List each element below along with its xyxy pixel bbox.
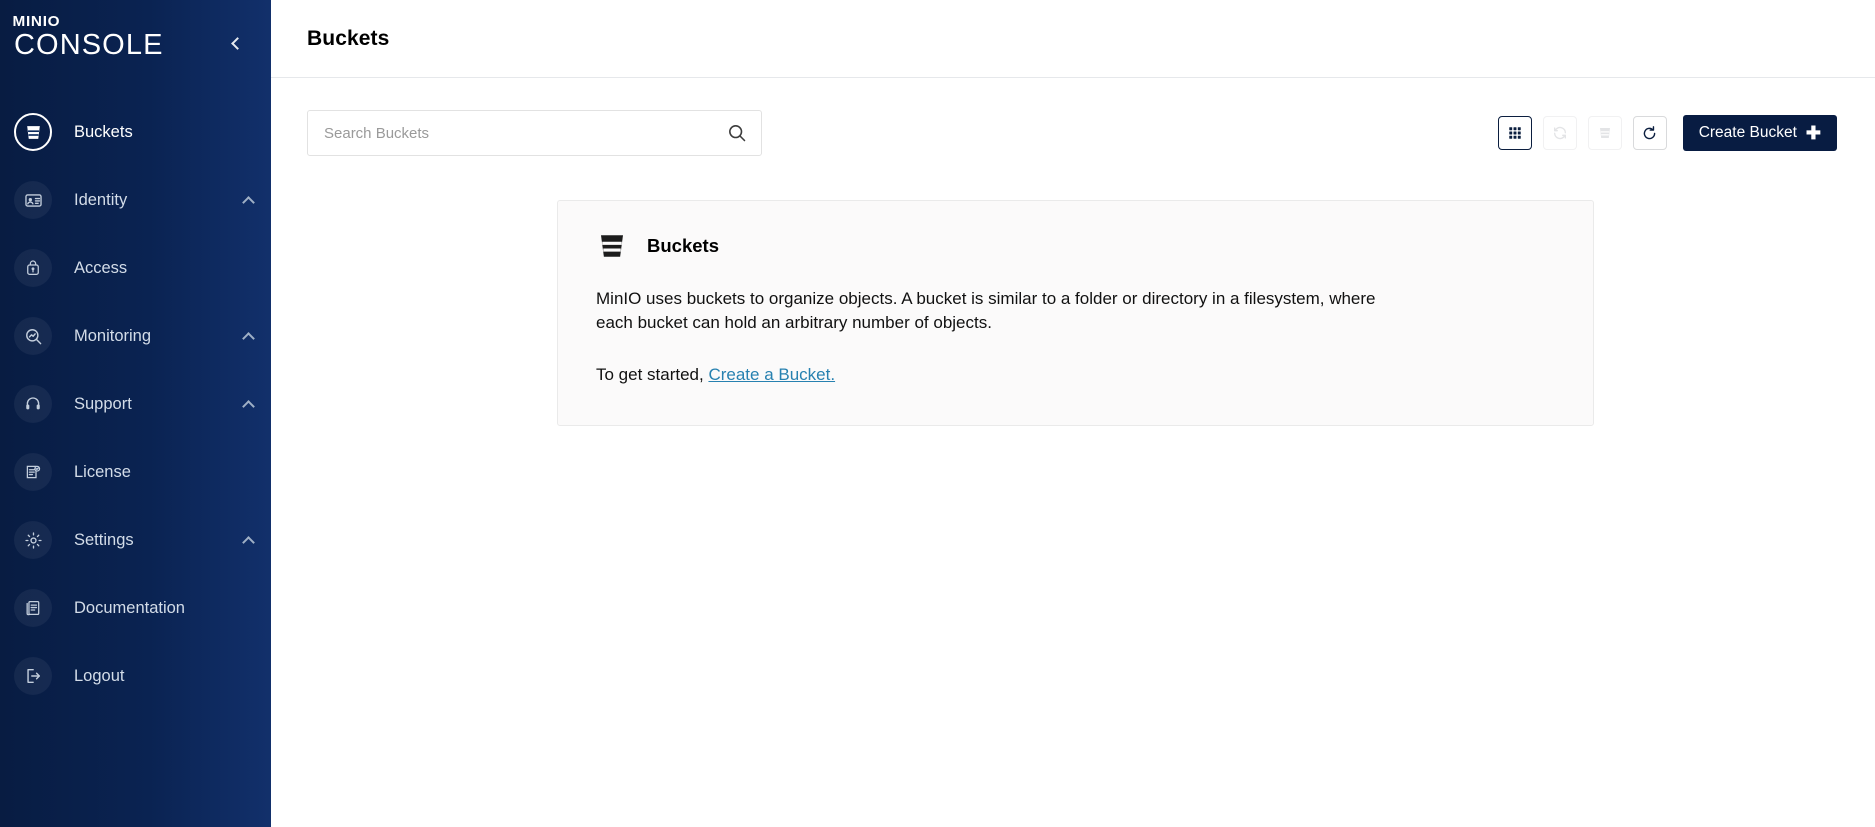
sidebar-item-label: License bbox=[74, 462, 131, 481]
toolbar-actions: Create Bucket ✚ bbox=[1497, 115, 1837, 151]
search-buckets-box[interactable] bbox=[307, 110, 762, 156]
chevron-up-icon[interactable] bbox=[242, 399, 255, 413]
card-title: Buckets bbox=[647, 235, 719, 256]
buckets-info-card: Buckets MinIO uses buckets to organize o… bbox=[557, 200, 1594, 427]
search-input[interactable] bbox=[308, 111, 761, 155]
chevron-up-icon[interactable] bbox=[242, 195, 255, 209]
logout-icon bbox=[14, 657, 52, 695]
sidebar-item-label: Access bbox=[74, 258, 128, 277]
toolbar: Create Bucket ✚ bbox=[271, 78, 1875, 156]
chevron-left-icon bbox=[231, 36, 244, 50]
plus-icon: ✚ bbox=[1805, 122, 1821, 143]
certificate-icon bbox=[14, 453, 52, 491]
sidebar-item-buckets[interactable]: Buckets bbox=[0, 98, 271, 166]
sidebar-item-label: Support bbox=[74, 394, 132, 413]
sidebar-item-settings[interactable]: Settings bbox=[0, 506, 271, 574]
card-body: MinIO uses buckets to organize objects. … bbox=[596, 287, 1396, 387]
cta-prefix: To get started, bbox=[596, 365, 709, 385]
logo-minio-text: MINIO bbox=[12, 13, 61, 30]
sidebar-item-label: Logout bbox=[74, 666, 125, 685]
chevron-up-icon[interactable] bbox=[242, 535, 255, 549]
sidebar-item-logout[interactable]: Logout bbox=[0, 642, 271, 710]
card-paragraph: MinIO uses buckets to organize objects. … bbox=[596, 289, 1376, 333]
card-header: Buckets bbox=[596, 231, 1555, 261]
logo-console-text: CONSOLE bbox=[14, 29, 164, 61]
create-a-bucket-link[interactable]: Create a Bucket. bbox=[708, 365, 835, 384]
book-icon bbox=[14, 589, 52, 627]
sidebar: MINIO CONSOLE Buckets Identity Access Mo… bbox=[0, 0, 271, 827]
sidebar-item-label: Buckets bbox=[74, 122, 133, 141]
sidebar-collapse-button[interactable] bbox=[223, 30, 249, 56]
headset-icon bbox=[14, 385, 52, 423]
app-root: MINIO CONSOLE Buckets Identity Access Mo… bbox=[0, 0, 1875, 827]
sidebar-item-access[interactable]: Access bbox=[0, 234, 271, 302]
gear-icon bbox=[14, 521, 52, 559]
sidebar-item-support[interactable]: Support bbox=[0, 370, 271, 438]
sidebar-header: MINIO CONSOLE bbox=[0, 0, 271, 92]
page-title: Buckets bbox=[307, 26, 390, 50]
minio-console-logo: MINIO CONSOLE bbox=[12, 13, 164, 61]
search-icon[interactable] bbox=[727, 123, 747, 143]
sidebar-item-label: Identity bbox=[74, 190, 128, 209]
sidebar-item-label: Monitoring bbox=[74, 326, 152, 345]
id-card-icon bbox=[14, 181, 52, 219]
refresh-button[interactable] bbox=[1632, 116, 1667, 150]
sidebar-item-label: Settings bbox=[74, 530, 134, 549]
grid-view-button[interactable] bbox=[1497, 116, 1532, 150]
card-cta: To get started, Create a Bucket. bbox=[596, 363, 1396, 387]
search-chart-icon bbox=[14, 317, 52, 355]
sidebar-item-identity[interactable]: Identity bbox=[0, 166, 271, 234]
create-bucket-label: Create Bucket bbox=[1698, 124, 1797, 141]
chevron-up-icon[interactable] bbox=[242, 331, 255, 345]
sidebar-item-documentation[interactable]: Documentation bbox=[0, 574, 271, 642]
bucket-icon bbox=[14, 113, 52, 151]
bucket-icon bbox=[596, 231, 628, 261]
main-area: Buckets Search Buckets Create Bucket ✚ B… bbox=[271, 0, 1875, 827]
delete-icon-button bbox=[1587, 116, 1622, 150]
lock-icon bbox=[14, 249, 52, 287]
sidebar-item-monitoring[interactable]: Monitoring bbox=[0, 302, 271, 370]
sidebar-item-license[interactable]: License bbox=[0, 438, 271, 506]
create-bucket-button[interactable]: Create Bucket ✚ bbox=[1682, 115, 1837, 151]
page-header: Buckets bbox=[271, 0, 1875, 78]
sidebar-nav: Buckets Identity Access Monitoring Suppo… bbox=[0, 92, 271, 827]
content-area: Buckets MinIO uses buckets to organize o… bbox=[271, 156, 1875, 427]
sidebar-item-label: Documentation bbox=[74, 598, 185, 617]
sync-icon-button bbox=[1542, 116, 1577, 150]
